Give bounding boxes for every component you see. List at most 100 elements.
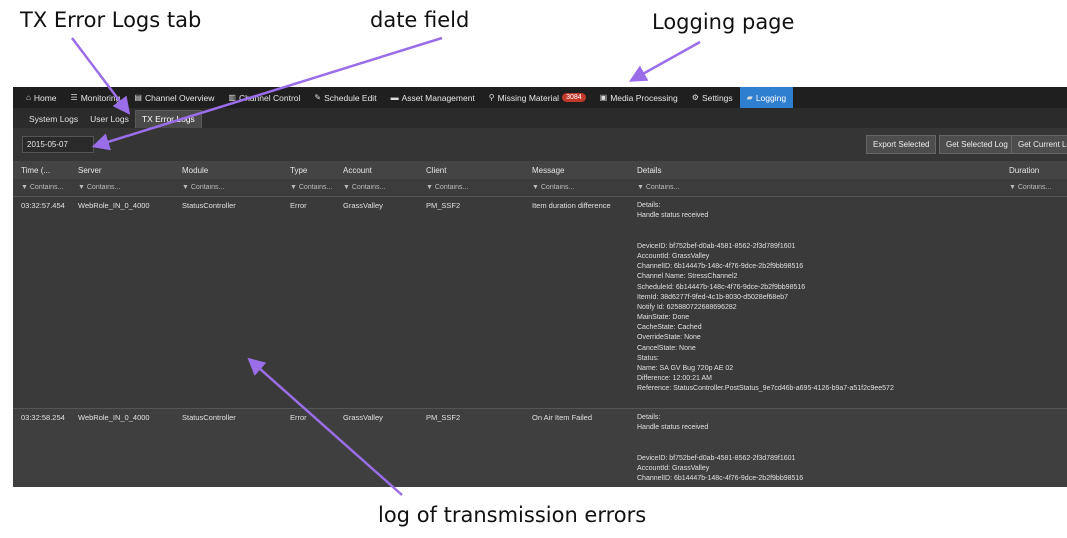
cell-module: StatusController bbox=[182, 413, 236, 422]
filter-message[interactable]: ▼ Contains... bbox=[524, 184, 629, 191]
column-header-type[interactable]: Type bbox=[282, 166, 335, 175]
details-line: Details: bbox=[637, 202, 661, 209]
column-header-message[interactable]: Message bbox=[524, 166, 629, 175]
details-line: ItemId: 38d6277f-9fed-4c1b-8030-d5028ef6… bbox=[637, 293, 789, 301]
app-window: ⌂ Home ☰ Monitoring ▤ Channel Overview ▥ Cha… bbox=[13, 87, 1067, 487]
tab-system-logs[interactable]: System Logs bbox=[23, 111, 84, 128]
details-line: CacheState: Cached bbox=[637, 324, 702, 332]
logging-icon: ▰ bbox=[746, 93, 753, 102]
cell-type: Error bbox=[290, 413, 307, 422]
nav-schedule-edit[interactable]: ✎ Schedule Edit bbox=[307, 87, 383, 108]
nav-label: Schedule Edit bbox=[324, 92, 377, 103]
details-line: Details: bbox=[637, 414, 661, 421]
nav-label: Monitoring bbox=[80, 92, 121, 103]
details-line: ChannelID: 6b14447b-148c-4f76-9dce-2b2f9… bbox=[637, 263, 804, 271]
logging-subtabs: System Logs User Logs TX Error Logs bbox=[13, 108, 1067, 128]
nav-label: Missing Material bbox=[497, 92, 560, 103]
callout-date-field: date field bbox=[370, 8, 470, 32]
table-header: Time (... Server Module Type Account Cli… bbox=[13, 161, 1067, 179]
filter-module[interactable]: ▼ Contains... bbox=[174, 184, 282, 191]
tab-user-logs[interactable]: User Logs bbox=[84, 111, 135, 128]
nav-label: Media Processing bbox=[610, 92, 678, 103]
cell-type: Error bbox=[290, 201, 307, 210]
edit-icon: ✎ bbox=[314, 93, 322, 102]
filter-duration[interactable]: ▼ Contains... bbox=[1001, 184, 1067, 191]
cell-client: PM_SSF2 bbox=[426, 413, 461, 422]
details-line: Handle status received bbox=[637, 212, 709, 220]
details-line: CancelState: None bbox=[637, 344, 696, 352]
nav-label: Home bbox=[33, 92, 57, 103]
details-line: Difference: 12:00:21 AM bbox=[637, 375, 712, 383]
details-line: DeviceID: bf752bef-d0ab-4581-8562-2f3d78… bbox=[637, 454, 796, 462]
date-field[interactable]: 2015-05-07 bbox=[22, 136, 94, 153]
details-line bbox=[637, 221, 1001, 231]
column-header-account[interactable]: Account bbox=[335, 166, 418, 175]
nav-label: Asset Management bbox=[401, 92, 475, 103]
filter-account[interactable]: ▼ Contains... bbox=[335, 184, 418, 191]
filter-client[interactable]: ▼ Contains... bbox=[418, 184, 524, 191]
filter-time[interactable]: ▼ Contains... bbox=[13, 184, 70, 191]
nav-asset-management[interactable]: ▬ Asset Management bbox=[384, 87, 482, 108]
details-line: Reference: StatusController.PostStatus_9… bbox=[637, 385, 894, 393]
details-line bbox=[637, 444, 1001, 454]
gear-icon: ⚙ bbox=[691, 93, 699, 102]
nav-monitoring[interactable]: ☰ Monitoring bbox=[64, 87, 128, 108]
cell-details: Details: Handle status received DeviceID… bbox=[629, 197, 1001, 408]
get-selected-log-button[interactable]: Get Selected Log bbox=[939, 135, 1015, 154]
filter-details[interactable]: ▼ Contains... bbox=[629, 184, 1001, 191]
nav-home[interactable]: ⌂ Home bbox=[19, 87, 64, 108]
details-line bbox=[637, 232, 1001, 242]
cell-details: Details: Handle status received DeviceID… bbox=[629, 409, 1001, 487]
column-header-server[interactable]: Server bbox=[70, 166, 174, 175]
details-line: Name: SA GV Bug 720p AE 02 bbox=[637, 365, 734, 372]
nav-label: Channel Control bbox=[238, 92, 301, 103]
nav-label: Settings bbox=[701, 92, 733, 103]
nav-missing-material[interactable]: ⚲ Missing Material 3084 bbox=[482, 87, 593, 108]
log-toolbar: 2015-05-07 Export Selected Get Selected … bbox=[13, 128, 1067, 161]
get-current-log-button[interactable]: Get Current Lo bbox=[1011, 135, 1067, 154]
nav-label: Channel Overview bbox=[144, 92, 215, 103]
nav-channel-overview[interactable]: ▤ Channel Overview bbox=[127, 87, 221, 108]
nav-channel-control[interactable]: ▥ Channel Control bbox=[221, 87, 307, 108]
column-header-time[interactable]: Time (... bbox=[13, 166, 70, 175]
nav-media-processing[interactable]: ▣ Media Processing bbox=[593, 87, 685, 108]
details-line: DeviceID: bf752bef-d0ab-4581-8562-2f3d78… bbox=[637, 242, 796, 250]
export-selected-button[interactable]: Export Selected bbox=[866, 135, 937, 154]
folder-icon: ▬ bbox=[390, 93, 399, 102]
column-header-module[interactable]: Module bbox=[174, 166, 282, 175]
tab-tx-error-logs[interactable]: TX Error Logs bbox=[134, 110, 202, 128]
home-icon: ⌂ bbox=[26, 93, 31, 102]
details-line: ChannelID: 6b14447b-148c-4f76-9dce-2b2f9… bbox=[637, 475, 804, 483]
callout-logging-page: Logging page bbox=[652, 10, 795, 34]
cell-time: 03:32:58.254 bbox=[21, 413, 65, 422]
cell-module: StatusController bbox=[182, 201, 236, 210]
nav-label: Logging bbox=[755, 92, 787, 103]
channel-control-icon: ▥ bbox=[228, 93, 236, 102]
details-line: Status: bbox=[637, 354, 659, 362]
table-row[interactable]: 03:32:58.254 WebRole_IN_0_4000 StatusCon… bbox=[13, 409, 1067, 487]
cell-account: GrassValley bbox=[343, 201, 383, 210]
filter-server[interactable]: ▼ Contains... bbox=[70, 184, 174, 191]
cell-server: WebRole_IN_0_4000 bbox=[78, 413, 150, 422]
cell-server: WebRole_IN_0_4000 bbox=[78, 201, 150, 210]
table-row[interactable]: 03:32:57.454 WebRole_IN_0_4000 StatusCon… bbox=[13, 197, 1067, 409]
arrow-to-logging-page bbox=[628, 40, 701, 82]
nav-settings[interactable]: ⚙ Settings bbox=[685, 87, 740, 108]
details-line: Notify Id: 625880722688696282 bbox=[637, 303, 737, 311]
filter-row: ▼ Contains... ▼ Contains... ▼ Contains..… bbox=[13, 179, 1067, 197]
cell-client: PM_SSF2 bbox=[426, 201, 461, 210]
channel-overview-icon: ▤ bbox=[134, 93, 142, 102]
column-header-client[interactable]: Client bbox=[418, 166, 524, 175]
main-navbar: ⌂ Home ☰ Monitoring ▤ Channel Overview ▥ Cha… bbox=[13, 87, 1067, 108]
cell-duration bbox=[1001, 409, 1067, 487]
callout-tx-error-logs-tab: TX Error Logs tab bbox=[20, 8, 202, 32]
details-line: ScheduleId: 6b14447b-148c-4f76-9dce-2b2f… bbox=[637, 283, 806, 291]
column-header-details[interactable]: Details bbox=[629, 166, 1001, 175]
details-line bbox=[637, 433, 1001, 443]
nav-logging[interactable]: ▰ Logging bbox=[739, 87, 794, 108]
monitor-icon: ☰ bbox=[70, 93, 78, 102]
column-header-duration[interactable]: Duration bbox=[1001, 166, 1067, 175]
filter-type[interactable]: ▼ Contains... bbox=[282, 184, 335, 191]
search-icon: ⚲ bbox=[488, 93, 495, 102]
details-line: Channel Name: StressChannel2 bbox=[637, 273, 738, 281]
